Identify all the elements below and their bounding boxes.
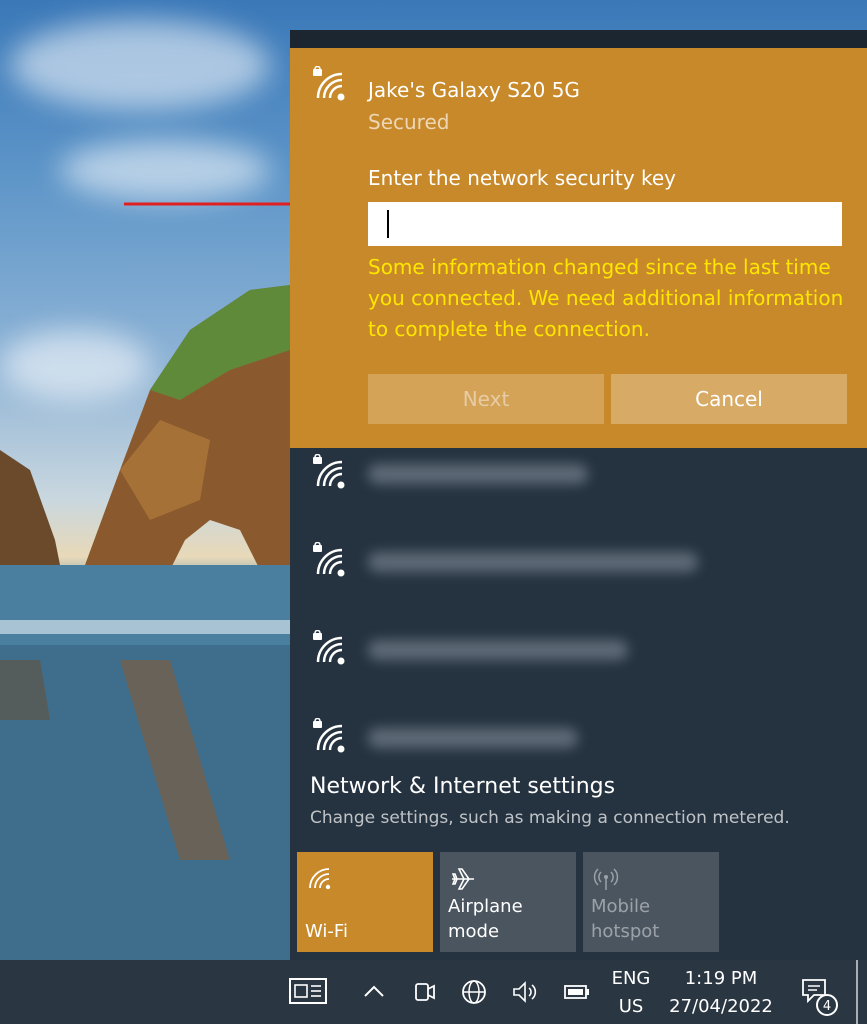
wifi-secured-icon — [313, 454, 345, 489]
network-settings-link[interactable]: Network & Internet settings — [310, 774, 615, 799]
input-region[interactable]: US — [604, 996, 658, 1017]
next-button[interactable]: Next — [368, 374, 604, 424]
airplane-tile-label: Airplane mode — [448, 896, 523, 942]
network-status: Secured — [368, 110, 450, 134]
taskbar: ENG US 1:19 PM 27/04/2022 — [0, 960, 867, 1024]
security-key-input[interactable] — [368, 202, 842, 246]
wifi-secured-icon — [313, 630, 345, 665]
wifi-secured-icon — [313, 718, 345, 753]
wifi-icon — [309, 868, 331, 890]
blurred-network-name — [368, 728, 578, 748]
wifi-tile-label: Wi-Fi — [305, 921, 348, 942]
blurred-network-name — [368, 464, 588, 484]
network-name: Jake's Galaxy S20 5G — [368, 78, 580, 102]
clock-date[interactable]: 27/04/2022 — [664, 996, 778, 1017]
network-flyout: Jake's Galaxy S20 5G Secured Enter the n… — [290, 30, 867, 960]
cancel-button[interactable]: Cancel — [611, 374, 847, 424]
flyout-top-strip — [290, 30, 867, 48]
meet-now-icon[interactable] — [410, 978, 438, 1006]
wifi-toggle-tile[interactable]: Wi-Fi — [297, 852, 433, 952]
hotspot-icon — [593, 868, 619, 890]
connection-warning: Some information changed since the last … — [368, 255, 844, 341]
mobile-hotspot-tile[interactable]: Mobile hotspot — [583, 852, 719, 952]
blurred-network-name — [368, 552, 698, 572]
clock-time[interactable]: 1:19 PM — [668, 968, 774, 989]
globe-network-icon[interactable] — [460, 978, 488, 1006]
volume-icon[interactable] — [510, 978, 538, 1006]
network-list-item[interactable] — [290, 518, 867, 606]
input-language[interactable]: ENG — [604, 968, 658, 989]
news-widget-icon[interactable] — [288, 976, 328, 1006]
sea-rock-illustration — [0, 285, 290, 960]
connect-panel: Jake's Galaxy S20 5G Secured Enter the n… — [290, 48, 867, 448]
notification-count-badge: 4 — [816, 994, 838, 1016]
hotspot-tile-label: Mobile hotspot — [591, 896, 660, 942]
wifi-secured-icon — [313, 542, 345, 577]
blurred-network-name — [368, 640, 628, 660]
airplane-mode-tile[interactable]: Airplane mode — [440, 852, 576, 952]
network-list-item[interactable] — [290, 606, 867, 694]
battery-icon[interactable] — [563, 978, 591, 1006]
network-list-item[interactable] — [290, 694, 867, 782]
wifi-secured-icon — [313, 66, 345, 101]
security-key-label: Enter the network security key — [368, 166, 677, 190]
text-caret — [387, 210, 389, 238]
network-list-item[interactable] — [290, 430, 867, 518]
airplane-icon — [451, 868, 474, 890]
network-settings-description: Change settings, such as making a connec… — [310, 808, 790, 828]
chevron-up-icon[interactable] — [360, 978, 388, 1006]
show-desktop-divider[interactable] — [856, 960, 858, 1024]
